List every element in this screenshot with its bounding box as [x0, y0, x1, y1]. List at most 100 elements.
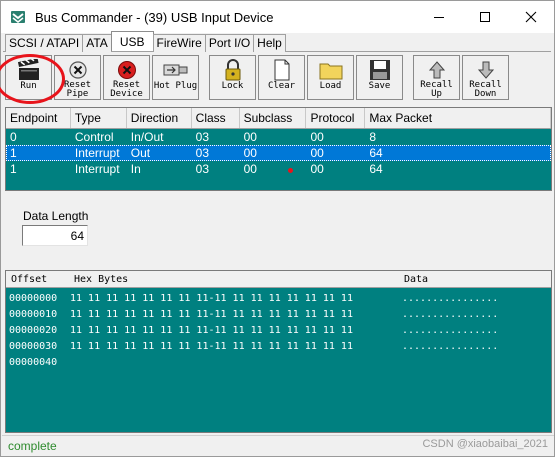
tab-usb[interactable]: USB	[110, 31, 154, 51]
arrow-up-icon	[428, 60, 445, 78]
tab-strip: SCSI / ATAPI ATA USB FireWire Port I/O H…	[5, 31, 286, 52]
cell-endpoint: 0	[10, 130, 17, 144]
floppy-disk-icon	[369, 60, 390, 80]
data-length-label: Data Length	[23, 209, 89, 223]
cell-type: Interrupt	[74, 162, 120, 176]
column-header-subclass[interactable]: Subclass	[240, 108, 307, 128]
cell-class: 03	[195, 146, 210, 160]
title-bar: Bus Commander - (39) USB Input Device	[1, 1, 554, 33]
hex-row: 00000020 11 11 11 11 11 11 11 11-11 11 1…	[6, 323, 551, 339]
data-column-header: Data	[404, 274, 429, 285]
data-length-input[interactable]	[22, 225, 88, 246]
hex-data-view[interactable]: Offset Hex Bytes Data 00000000 11 11 11 …	[5, 270, 552, 433]
minimize-icon	[434, 17, 444, 18]
blank-page-icon	[274, 59, 289, 81]
clear-label: Clear	[267, 81, 296, 91]
toolbar: Run Reset Pipe Reset Device Hot Plug Loc…	[5, 55, 511, 101]
maximize-icon	[480, 12, 490, 22]
tab-help[interactable]: Help	[253, 34, 286, 52]
hex-bytes: 11 11 11 11 11 11 11 11-11 11 11 11 11 1…	[70, 325, 353, 336]
recall-up-button[interactable]: Recall Up	[413, 55, 460, 100]
column-header-endpoint[interactable]: Endpoint	[6, 108, 71, 128]
padlock-icon	[225, 59, 240, 81]
cell-subclass: 00	[243, 130, 257, 144]
bus-commander-app-icon	[11, 11, 25, 23]
clear-button[interactable]: Clear	[258, 55, 305, 100]
hex-offset: 00000020	[9, 325, 58, 336]
reset-pipe-label: Reset Pipe	[63, 80, 92, 99]
endpoint-table: Endpoint Type Direction Class Subclass P…	[5, 107, 552, 191]
reset-device-button[interactable]: Reset Device	[103, 55, 150, 100]
close-icon	[525, 11, 537, 23]
hex-bytes: 11 11 11 11 11 11 11 11-11 11 11 11 11 1…	[70, 309, 353, 320]
recall-down-label: Recall Down	[469, 80, 502, 99]
column-header-direction[interactable]: Direction	[127, 108, 192, 128]
cell-max-packet: 8	[369, 130, 377, 144]
cell-endpoint: 1	[10, 146, 17, 160]
status-bar: complete CSDN @xiaobaibai_2021	[2, 435, 554, 456]
status-text: complete	[8, 439, 57, 453]
hex-row: 00000040	[6, 355, 551, 371]
hex-view-header: Offset Hex Bytes Data	[6, 271, 551, 288]
lock-button[interactable]: Lock	[209, 55, 256, 100]
tab-firewire[interactable]: FireWire	[152, 34, 206, 52]
endpoint-table-header: Endpoint Type Direction Class Subclass P…	[6, 108, 551, 129]
table-row[interactable]: 1 Interrupt In 03 00 00 64	[6, 161, 551, 177]
load-button[interactable]: Load	[307, 55, 354, 100]
hex-offset: 00000010	[9, 309, 58, 320]
hex-offset: 00000000	[9, 293, 58, 304]
window-title: Bus Commander - (39) USB Input Device	[35, 9, 274, 25]
folder-icon	[319, 63, 342, 80]
annotation-dot	[288, 168, 293, 173]
load-label: Load	[319, 81, 342, 91]
column-header-max-packet[interactable]: Max Packet	[365, 108, 551, 128]
hex-bytes	[70, 355, 402, 371]
minimize-button[interactable]	[416, 1, 462, 33]
cell-type: Interrupt	[74, 146, 120, 160]
close-button[interactable]	[508, 1, 554, 33]
cell-protocol: 00	[310, 130, 324, 144]
table-row[interactable]: 0 Control In/Out 03 00 00 8	[6, 129, 551, 145]
save-button[interactable]: Save	[356, 55, 403, 100]
hex-row: 00000030 11 11 11 11 11 11 11 11-11 11 1…	[6, 339, 551, 355]
bus-commander-window: Bus Commander - (39) USB Input Device SC…	[0, 0, 555, 457]
lock-label: Lock	[221, 81, 244, 91]
offset-column-header: Offset	[11, 274, 48, 285]
cell-max-packet: 64	[369, 146, 383, 160]
tab-scsi-atapi[interactable]: SCSI / ATAPI	[5, 34, 84, 52]
column-header-type[interactable]: Type	[71, 108, 127, 128]
cell-endpoint: 1	[10, 162, 17, 176]
hex-row: 00000000 11 11 11 11 11 11 11 11-11 11 1…	[6, 291, 551, 307]
cell-type: Control	[74, 130, 114, 144]
recall-down-button[interactable]: Recall Down	[462, 55, 509, 100]
table-row-selected[interactable]: 1 Interrupt Out 03 00 00 64	[6, 145, 551, 161]
red-x-icon	[117, 60, 136, 79]
arrow-down-icon	[477, 61, 494, 79]
hex-ascii: ................	[402, 341, 499, 352]
cell-class: 03	[195, 162, 210, 176]
watermark: CSDN @xiaobaibai_2021	[422, 438, 548, 450]
tab-port-io[interactable]: Port I/O	[204, 34, 255, 52]
cell-class: 03	[195, 130, 210, 144]
hot-plug-button[interactable]: Hot Plug	[152, 55, 199, 100]
save-label: Save	[368, 81, 391, 91]
hex-bytes: 11 11 11 11 11 11 11 11-11 11 11 11 11 1…	[70, 293, 353, 304]
column-header-protocol[interactable]: Protocol	[306, 108, 366, 128]
reset-device-label: Reset Device	[110, 80, 143, 99]
cell-direction: In/Out	[130, 130, 164, 144]
column-header-class[interactable]: Class	[192, 108, 240, 128]
cell-protocol: 00	[310, 162, 324, 176]
cell-direction: In	[130, 162, 141, 176]
tab-ata[interactable]: ATA	[82, 34, 112, 52]
hex-row: 00000010 11 11 11 11 11 11 11 11-11 11 1…	[6, 307, 551, 323]
cell-subclass: 00	[243, 162, 257, 176]
hex-bytes-column-header: Hex Bytes	[74, 274, 129, 285]
hex-offset: 00000030	[9, 341, 58, 352]
x-circle-icon	[68, 60, 87, 79]
recall-up-label: Recall Up	[420, 80, 453, 99]
hex-ascii: ................	[402, 293, 499, 304]
cell-direction: Out	[130, 146, 151, 160]
maximize-button[interactable]	[462, 1, 508, 33]
usb-plug-icon	[163, 64, 187, 76]
hot-plug-label: Hot Plug	[153, 81, 198, 91]
